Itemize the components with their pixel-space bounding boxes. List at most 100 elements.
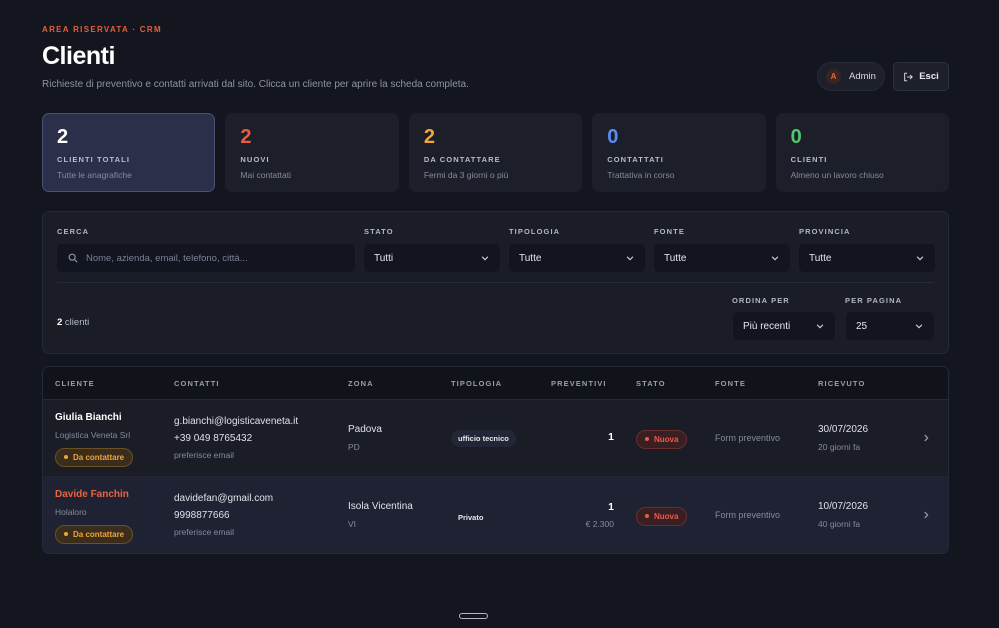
- logout-label: Esci: [919, 71, 939, 82]
- logout-icon: [904, 72, 914, 81]
- followup-badge-wrap: Da contattare: [55, 446, 134, 467]
- perpagina-label: PER PAGINA: [845, 296, 903, 305]
- client-phone[interactable]: +39 049 8765432: [174, 433, 252, 444]
- status-dot: [64, 455, 68, 459]
- column-header-zona[interactable]: ZONA: [348, 379, 374, 388]
- search-icon: [68, 253, 78, 263]
- ordina-label: ORDINA PER: [732, 296, 790, 305]
- client-source: Form preventivo: [715, 433, 781, 443]
- chevron-down-icon: [771, 256, 779, 261]
- stat-card-da-contattare[interactable]: 2 DA CONTATTARE Fermi da 3 giorni o più: [408, 113, 583, 192]
- stat-label: CONTATTATI: [607, 155, 664, 164]
- fonte-value: Tutte: [664, 252, 687, 264]
- column-header-cliente[interactable]: CLIENTE: [55, 379, 95, 388]
- filters-divider: [57, 282, 934, 283]
- client-phone[interactable]: 9998877666: [174, 510, 230, 521]
- tipologia-tag-wrap: ufficio tecnico: [451, 428, 516, 447]
- column-header-stato[interactable]: STATO: [636, 379, 666, 388]
- perpagina-select[interactable]: 25: [846, 312, 934, 340]
- column-header-tipologia[interactable]: TIPOLOGIA: [451, 379, 502, 388]
- chevron-down-icon: [816, 324, 824, 329]
- stat-value: 0: [607, 126, 619, 148]
- stat-value: 2: [423, 126, 435, 148]
- status-dot: [645, 514, 649, 518]
- status-badge: Nuova: [636, 429, 688, 449]
- stat-desc: Almeno un lavoro chiuso: [790, 170, 884, 180]
- stat-value: 0: [790, 126, 802, 148]
- column-header-ricevuto[interactable]: RICEVUTO: [818, 379, 865, 388]
- followup-badge: Da contattare: [55, 447, 134, 467]
- avatar: A: [826, 69, 841, 84]
- logout-button[interactable]: Esci: [893, 62, 949, 91]
- status-dot: [645, 437, 649, 441]
- tipologia-tag: Privato: [458, 513, 484, 522]
- tipologia-tag: ufficio tecnico: [451, 430, 516, 447]
- search-box[interactable]: [57, 244, 355, 272]
- stato-badge-wrap: Nuova: [636, 505, 688, 526]
- results-count: 2 clienti: [57, 317, 89, 328]
- followup-badge-label: Da contattare: [73, 529, 125, 539]
- stat-value: 2: [57, 126, 69, 148]
- received-ago: 40 giorni fa: [818, 519, 861, 529]
- tipologia-select[interactable]: Tutte: [509, 244, 645, 272]
- stat-value: 2: [240, 126, 252, 148]
- stat-card-nuovi[interactable]: 2 NUOVI Mai contattati: [225, 113, 399, 192]
- contact-preference: preferisce email: [174, 450, 234, 460]
- chevron-down-icon: [916, 256, 924, 261]
- stat-desc: Tutte le anagrafiche: [57, 170, 132, 180]
- client-email[interactable]: g.bianchi@logisticaveneta.it: [174, 416, 298, 427]
- page-subtitle: Richieste di preventivo e contatti arriv…: [42, 79, 469, 90]
- table-row[interactable]: Giulia Bianchi Logistica Veneta Srl Da c…: [43, 400, 948, 477]
- stato-badge-wrap: Nuova: [636, 428, 688, 449]
- stat-label: DA CONTATTARE: [423, 155, 501, 164]
- stat-label: CLIENTI: [790, 155, 828, 164]
- stato-value: Tutti: [374, 252, 394, 264]
- results-count-suffix: clienti: [62, 317, 90, 328]
- stat-desc: Mai contattati: [240, 170, 291, 180]
- stato-select[interactable]: Tutti: [364, 244, 500, 272]
- chevron-right-icon[interactable]: [921, 433, 931, 443]
- chevron-right-icon[interactable]: [921, 510, 931, 520]
- fonte-label: FONTE: [654, 227, 685, 236]
- search-input[interactable]: [86, 252, 336, 264]
- search-label: CERCA: [57, 227, 90, 236]
- stat-card-contattati[interactable]: 0 CONTATTATI Trattativa in corso: [592, 113, 766, 192]
- followup-badge-label: Da contattare: [73, 452, 125, 462]
- filters-panel: CERCA STATO Tutti TIPOLOGIA Tutte FONTE …: [42, 211, 949, 354]
- client-name: Davide Fanchin: [55, 489, 129, 500]
- admin-label: Admin: [849, 71, 876, 82]
- ordina-value: Più recenti: [743, 320, 791, 332]
- clients-table: CLIENTE CONTATTI ZONA TIPOLOGIA PREVENTI…: [42, 366, 949, 554]
- received-date: 10/07/2026: [818, 501, 869, 512]
- perpagina-value: 25: [856, 320, 868, 332]
- stat-desc: Fermi da 3 giorni o più: [423, 170, 509, 180]
- stat-card-clienti-totali[interactable]: 2 CLIENTI TOTALI Tutte le anagrafiche: [42, 113, 216, 192]
- tipologia-label: TIPOLOGIA: [509, 227, 561, 236]
- contact-preference: preferisce email: [174, 527, 234, 537]
- ordina-select[interactable]: Più recenti: [733, 312, 835, 340]
- section-eyebrow: AREA RISERVATA · CRM: [42, 25, 162, 34]
- column-header-contatti[interactable]: CONTATTI: [174, 379, 220, 388]
- preventivi-count: 1: [608, 431, 614, 443]
- admin-user-pill[interactable]: A Admin: [817, 62, 885, 91]
- client-city: Isola Vicentina: [348, 501, 413, 512]
- chevron-down-icon: [481, 256, 489, 261]
- client-email[interactable]: davidefan@gmail.com: [174, 493, 273, 504]
- table-row[interactable]: Davide Fanchin Holaloro Da contattare da…: [43, 477, 948, 553]
- stato-label: STATO: [364, 227, 394, 236]
- client-source: Form preventivo: [715, 510, 781, 520]
- column-header-fonte[interactable]: FONTE: [715, 379, 746, 388]
- stat-desc: Trattativa in corso: [607, 170, 675, 180]
- stat-card-clienti[interactable]: 0 CLIENTI Almeno un lavoro chiuso: [775, 113, 950, 192]
- page-title: Clienti: [42, 42, 115, 70]
- provincia-select[interactable]: Tutte: [799, 244, 935, 272]
- followup-badge-wrap: Da contattare: [55, 523, 134, 544]
- client-province: VI: [348, 519, 357, 529]
- status-dot: [64, 532, 68, 536]
- followup-badge: Da contattare: [55, 524, 134, 544]
- status-badge-label: Nuova: [654, 434, 679, 444]
- provincia-label: PROVINCIA: [799, 227, 851, 236]
- column-header-preventivi[interactable]: PREVENTIVI: [551, 379, 607, 388]
- stats-row: 2 CLIENTI TOTALI Tutte le anagrafiche 2 …: [42, 113, 950, 192]
- fonte-select[interactable]: Tutte: [654, 244, 790, 272]
